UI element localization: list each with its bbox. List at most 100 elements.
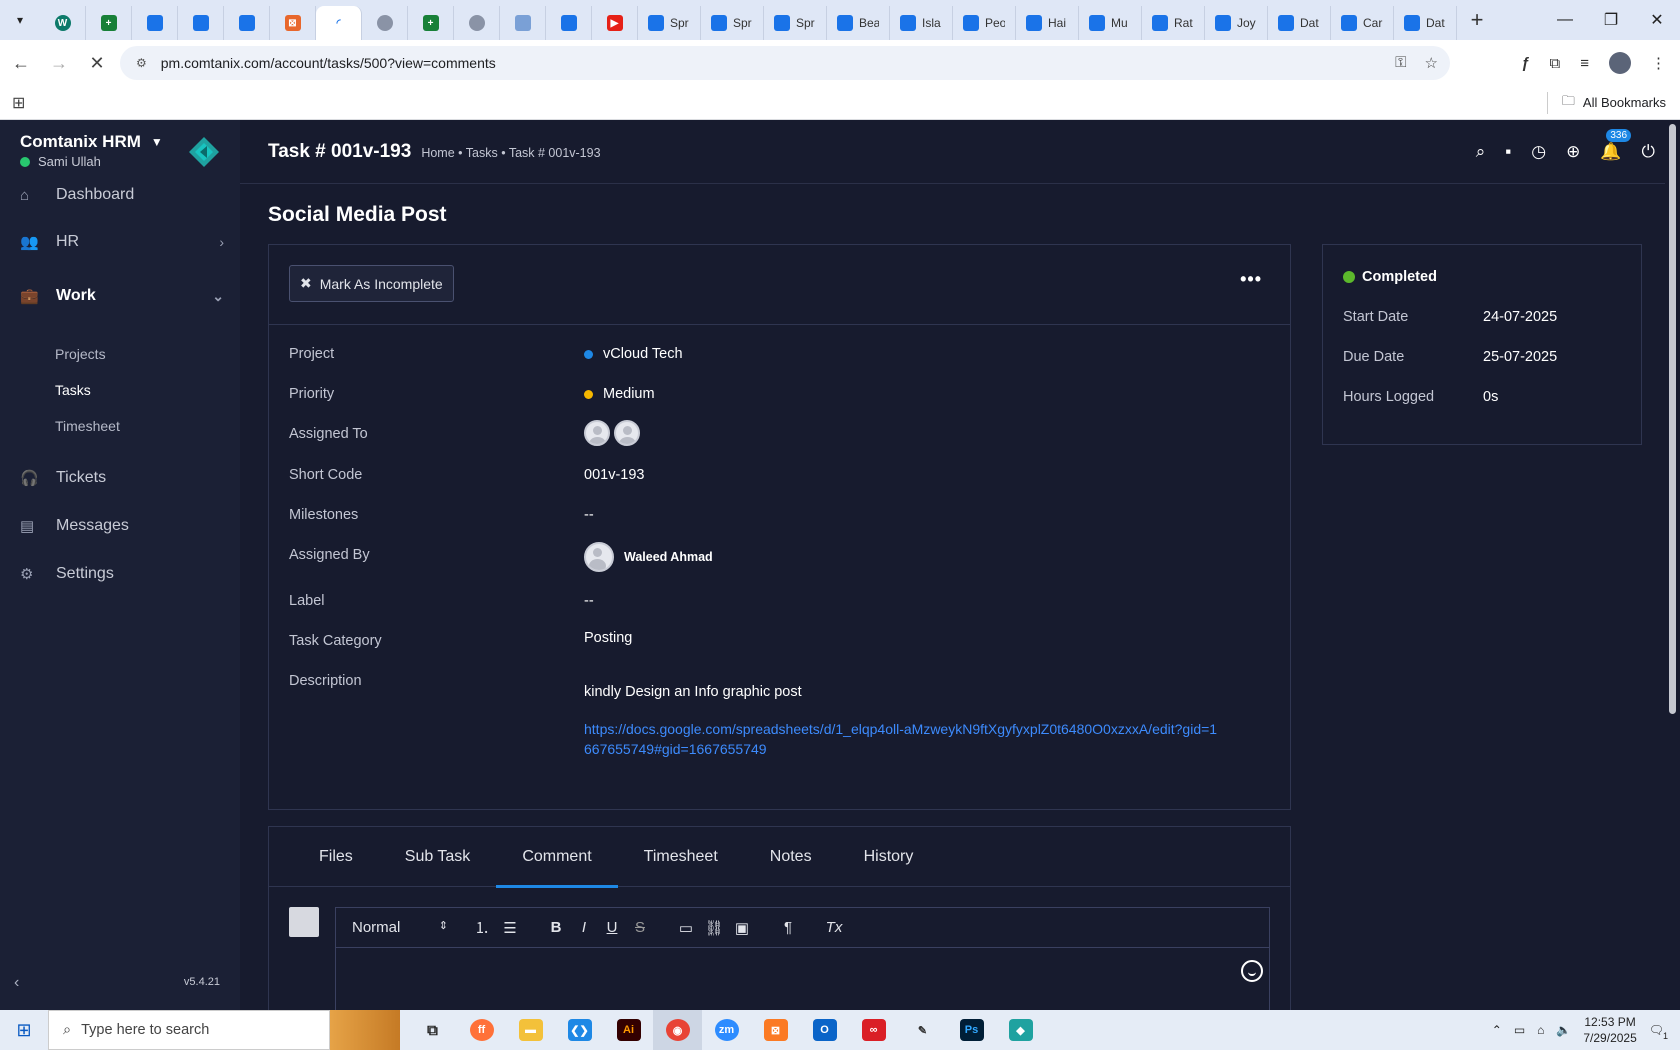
blockquote-icon[interactable]: ▭ [672,919,700,937]
bold-icon[interactable]: B [542,919,570,936]
tab-notes[interactable]: Notes [744,827,838,887]
browser-tab[interactable] [500,6,546,40]
tab-comment[interactable]: Comment [496,827,619,888]
project-value[interactable]: vCloud Tech [584,346,683,362]
password-key-icon[interactable]: ⚿ [1395,54,1406,72]
text-direction-icon[interactable]: ¶ [774,919,802,936]
media-control-icon[interactable]: ≡ [1580,55,1589,72]
browser-tab[interactable] [454,6,500,40]
browser-tab[interactable]: Dat [1394,6,1457,40]
outlook-icon[interactable]: O [800,1010,849,1050]
task-view-icon[interactable]: ⧉ [408,1010,457,1050]
browser-tab[interactable] [224,6,270,40]
pen-tool-icon[interactable]: ✎ [898,1010,947,1050]
browser-tab[interactable]: W [40,6,86,40]
browser-tab[interactable]: ◜ [316,6,362,40]
scrollbar-thumb[interactable] [1669,124,1676,714]
tab-timesheet[interactable]: Timesheet [618,827,744,887]
forward-icon[interactable]: → [42,53,76,74]
browser-tab[interactable]: + [408,6,454,40]
chrome-icon[interactable]: ◉ [653,1010,702,1050]
stop-loading-icon[interactable]: ✕ [80,53,114,74]
power-icon[interactable]: ⏻ [1642,142,1655,162]
clock-icon[interactable]: ◷ [1531,142,1546,162]
emoji-icon[interactable] [1241,960,1263,982]
bullet-list-icon[interactable]: ☰ [496,919,524,937]
add-circle-icon[interactable]: ⊕ [1566,142,1580,162]
browser-tab[interactable]: Dat [1268,6,1331,40]
browser-tab[interactable] [362,6,408,40]
browser-tab[interactable]: Spr [701,6,764,40]
url-text[interactable]: pm.comtanix.com/account/tasks/500?view=c… [161,55,496,71]
firefox-icon[interactable]: ff [457,1010,506,1050]
browser-tab[interactable]: Hai [1016,6,1079,40]
sidebar-subitem-projects[interactable]: Projects [55,346,106,362]
browser-tab[interactable]: Peo [953,6,1016,40]
sidebar-item-settings[interactable]: ⚙ Settings [0,554,240,594]
tab-history[interactable]: History [838,827,940,887]
network-icon[interactable]: ⌂ [1537,1023,1544,1037]
system-clock[interactable]: 12:53 PM 7/29/2025 [1583,1014,1636,1046]
font-extension-icon[interactable]: ƒ [1521,55,1529,72]
browser-tab[interactable]: Spr [764,6,827,40]
close-icon[interactable]: ✕ [1634,0,1680,40]
sidebar-subitem-timesheet[interactable]: Timesheet [55,418,120,434]
zoom-icon[interactable]: zm [702,1010,751,1050]
browser-tab[interactable] [546,6,592,40]
sidebar-item-work[interactable]: 💼 Work ⌄ [0,276,240,316]
italic-icon[interactable]: I [570,919,598,936]
sidebar-item-dashboard[interactable]: ⌂ Dashboard [0,175,240,215]
notification-bell-icon[interactable]: 🔔 336 [1600,128,1632,162]
browser-tab[interactable]: Car [1331,6,1394,40]
chevron-up-icon[interactable]: ⌃ [1492,1023,1502,1037]
browser-tab[interactable]: + [86,6,132,40]
tab-search-dropdown[interactable]: ▾ [0,0,40,40]
tab-files[interactable]: Files [293,827,379,887]
comtanix-app-icon[interactable]: ◆ [996,1010,1045,1050]
volume-icon[interactable]: 🔈 [1556,1023,1571,1037]
vscode-icon[interactable]: ❮❯ [555,1010,604,1050]
tab-sub-task[interactable]: Sub Task [379,827,497,887]
description-link[interactable]: https://docs.google.com/spreadsheets/d/1… [584,719,1224,759]
strike-icon[interactable]: S [626,919,654,936]
ordered-list-icon[interactable]: ⒈ [468,917,496,938]
browser-tab[interactable]: Bea [827,6,890,40]
file-explorer-icon[interactable]: ▬ [506,1010,555,1050]
comment-editor[interactable]: Normal ⇕ ⒈ ☰ B I U S ▭ ⛓ ▣ ¶ Tx [335,907,1270,1010]
omnibox[interactable]: ⚙ pm.comtanix.com/account/tasks/500?view… [120,46,1450,80]
sidebar-subitem-tasks[interactable]: Tasks [55,382,91,398]
creative-cloud-icon[interactable]: ∞ [849,1010,898,1050]
menu-icon[interactable]: ⋮ [1651,54,1666,72]
new-tab-button[interactable]: + [1457,7,1497,33]
browser-tab[interactable]: Isla [890,6,953,40]
bookmark-star-icon[interactable]: ☆ [1425,54,1438,72]
meet-now-icon[interactable]: ▭ [1514,1023,1525,1037]
restore-icon[interactable]: ❐ [1588,0,1634,40]
taskbar-search[interactable]: ⌕ Type here to search [48,1010,330,1050]
photoshop-icon[interactable]: Ps [947,1010,996,1050]
more-options-icon[interactable]: ••• [1240,269,1262,290]
search-icon[interactable]: ⌕ [1476,142,1486,162]
image-icon[interactable]: ▣ [728,919,756,937]
sidebar-item-messages[interactable]: ▤ Messages [0,506,240,546]
back-icon[interactable]: ← [4,53,38,74]
underline-icon[interactable]: U [598,919,626,936]
collapse-sidebar-icon[interactable]: ‹ [14,974,19,992]
extensions-icon[interactable]: ⧉ [1550,55,1561,72]
avatar[interactable] [614,420,640,446]
minimize-icon[interactable]: — [1542,0,1588,40]
browser-tab[interactable]: Rat [1142,6,1205,40]
browser-tab[interactable]: ▶ [592,6,638,40]
sticky-note-icon[interactable]: ▪ [1505,142,1511,162]
browser-tab[interactable] [132,6,178,40]
sidebar-item-hr[interactable]: 👥 HR › [0,222,240,262]
sidebar-item-tickets[interactable]: 🎧 Tickets [0,458,240,498]
link-icon[interactable]: ⛓ [700,919,728,937]
browser-tab[interactable] [178,6,224,40]
format-select[interactable]: Normal ⇕ [352,919,448,936]
browser-tab[interactable]: Spr [638,6,701,40]
profile-avatar[interactable] [1609,52,1631,74]
windows-start-icon[interactable]: ⊞ [0,1020,48,1041]
apps-grid-icon[interactable]: ⊞ [12,93,25,113]
browser-tab[interactable]: Joy [1205,6,1268,40]
